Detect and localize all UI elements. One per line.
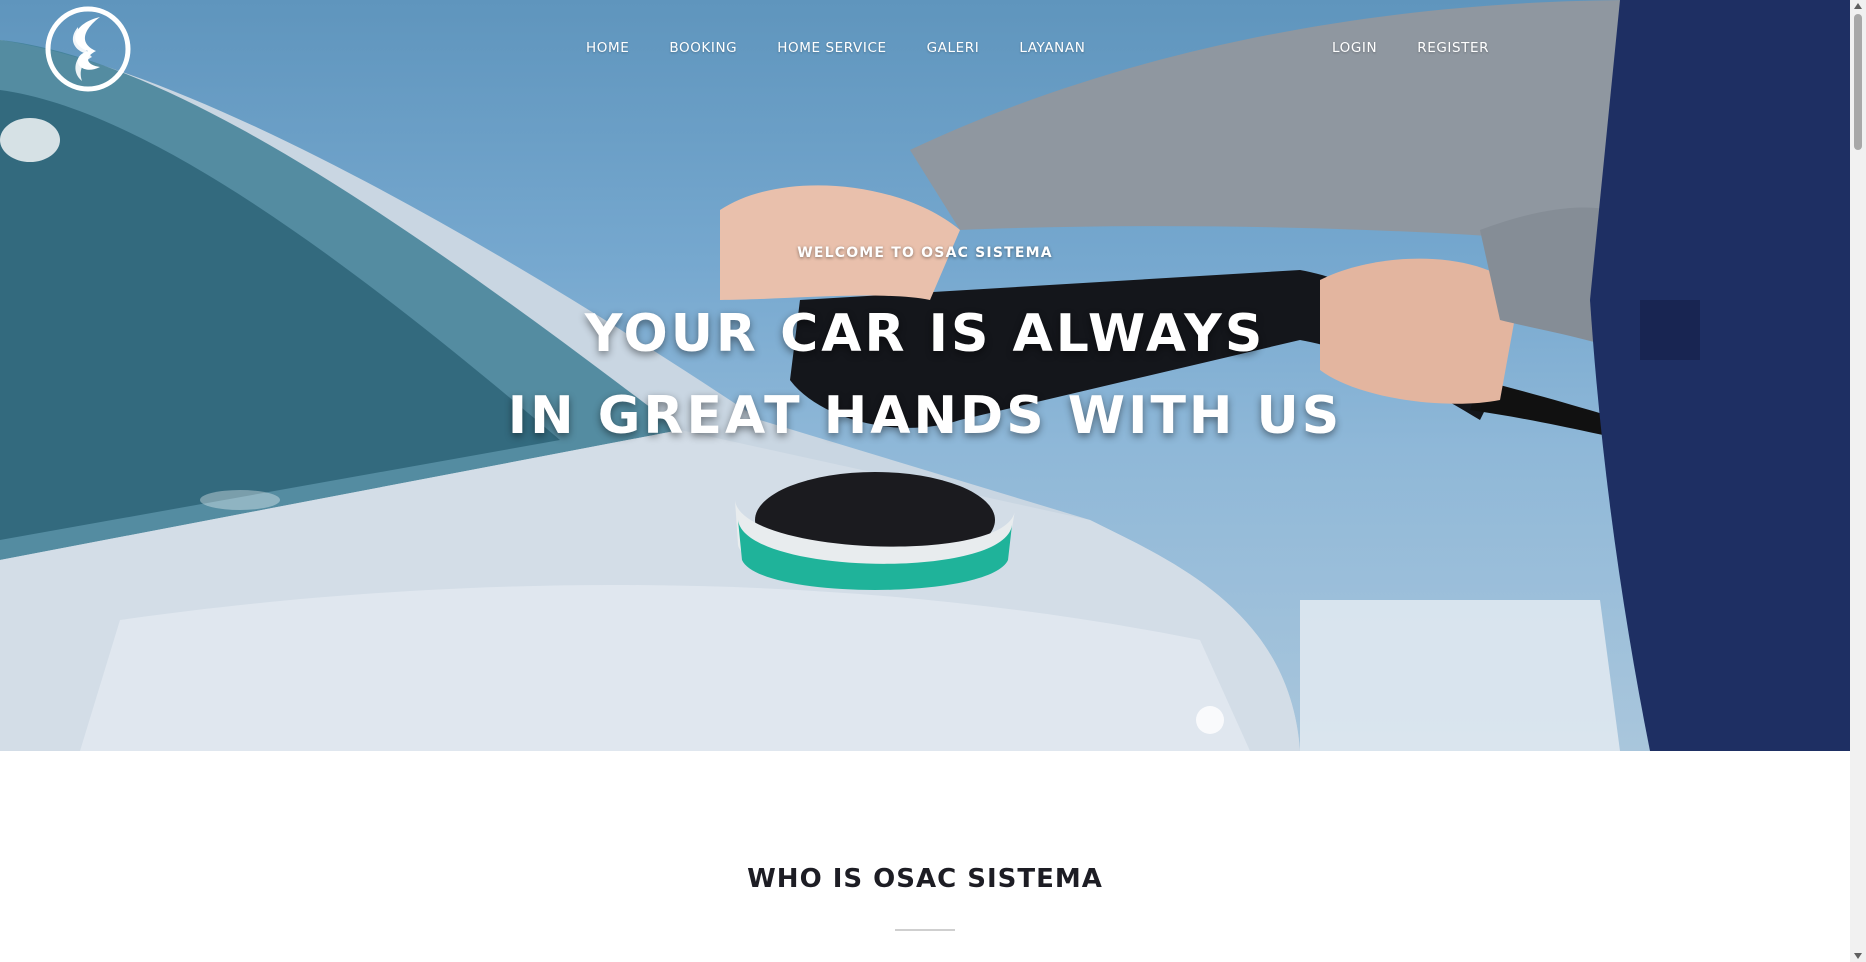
login-link[interactable]: LOGIN — [1332, 40, 1377, 62]
nav-booking[interactable]: BOOKING — [669, 40, 737, 62]
nav-layanan[interactable]: LAYANAN — [1019, 40, 1085, 62]
about-section-title: WHO IS OSAC SISTEMA — [747, 864, 1103, 894]
auth-nav: LOGIN REGISTER — [1332, 40, 1529, 62]
hero-section: HOME BOOKING HOME SERVICE GALERI LAYANAN… — [0, 0, 1850, 751]
main-nav: HOME BOOKING HOME SERVICE GALERI LAYANAN — [586, 40, 1125, 62]
hero-headline-line1: YOUR CAR IS ALWAYS — [584, 304, 1266, 364]
scroll-up-arrow-icon[interactable] — [1854, 3, 1862, 9]
hero-welcome-text: WELCOME TO OSAC SISTEMA — [797, 245, 1053, 261]
nav-home-service[interactable]: HOME SERVICE — [777, 40, 886, 62]
nav-galeri[interactable]: GALERI — [927, 40, 980, 62]
page-scrollbar[interactable] — [1850, 0, 1866, 962]
osac-logo-icon[interactable] — [44, 5, 132, 93]
section-divider — [895, 929, 955, 931]
hero-headline-line2: IN GREAT HANDS WITH US — [507, 386, 1343, 446]
register-link[interactable]: REGISTER — [1417, 40, 1489, 62]
car-polishing-photo — [0, 0, 1850, 751]
nav-home[interactable]: HOME — [586, 40, 629, 62]
scroll-down-arrow-icon[interactable] — [1854, 953, 1862, 959]
scroll-thumb[interactable] — [1854, 14, 1862, 150]
